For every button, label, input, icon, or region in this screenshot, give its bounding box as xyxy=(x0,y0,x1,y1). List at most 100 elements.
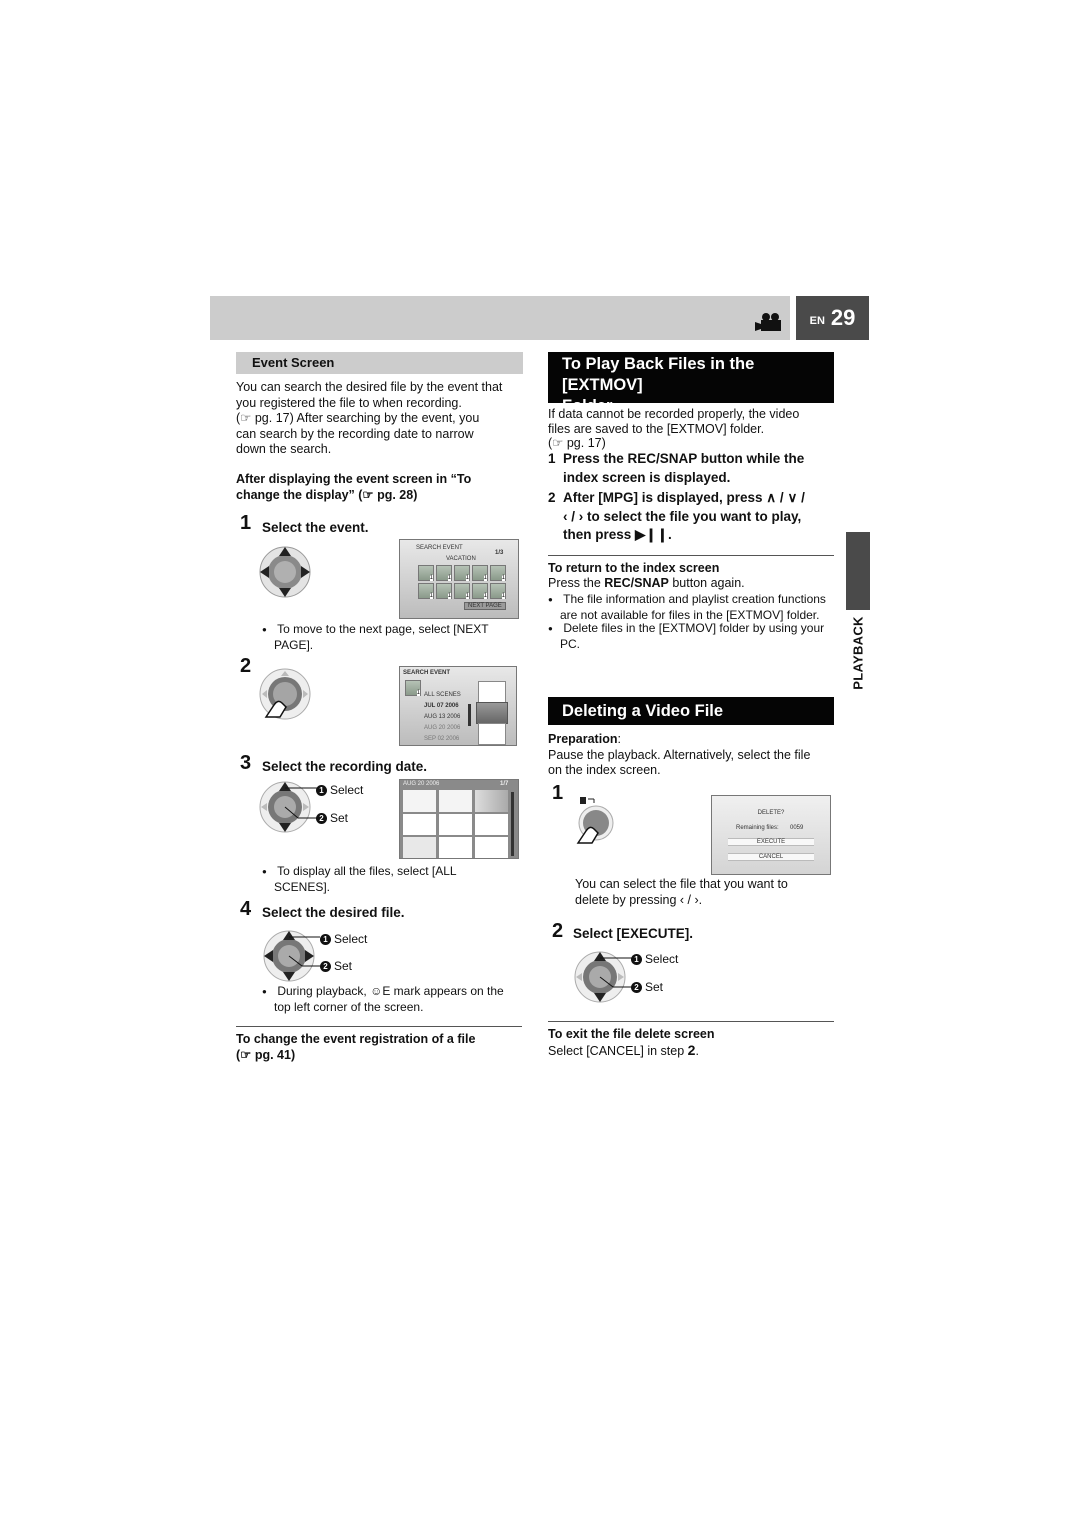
callout-select: 1 Select xyxy=(631,952,678,966)
execute-button[interactable]: EXECUTE xyxy=(728,838,814,846)
note-line: You can select the file that you want to xyxy=(575,877,788,891)
callout-set: 2 Set xyxy=(316,811,348,825)
step-2-number: 2 xyxy=(240,655,252,677)
callout-label: Select xyxy=(334,932,368,946)
return-index-heading: To return to the index screen xyxy=(548,561,720,575)
delete-question: DELETE? xyxy=(757,810,785,816)
recording-date-index-screen: AUG 20 2006 1/7 xyxy=(399,779,519,859)
step-number: 1 xyxy=(240,512,252,534)
note-text: mark appears on the xyxy=(390,984,504,998)
step-line: ‹ / › to select the file you want to pla… xyxy=(563,508,802,524)
screen-title: SEARCH EVENT xyxy=(416,545,463,551)
delete-step-2-number: 2 xyxy=(552,920,564,942)
step-4-number: 4 xyxy=(240,898,252,920)
search-event-screen: SEARCH EVENT 1/3 VACATION NEXT PAGE xyxy=(399,539,519,619)
search-event-date-screen: SEARCH EVENT ALL SCENES JUL 07 2006 AUG … xyxy=(399,666,517,746)
note-text: are not available for files in the [EXTM… xyxy=(560,607,820,622)
file-thumbnail[interactable] xyxy=(475,814,508,835)
callout-number: 2 xyxy=(320,961,331,972)
divider xyxy=(548,555,834,556)
next-page-button[interactable]: NEXT PAGE xyxy=(464,602,506,610)
file-thumbnail[interactable] xyxy=(439,790,472,812)
event-thumbnail[interactable] xyxy=(490,583,506,599)
intro-line: If data cannot be recorded properly, the… xyxy=(548,407,800,421)
file-thumbnail[interactable] xyxy=(403,837,436,858)
callout-label: Select xyxy=(645,952,679,966)
step-line: Press the REC/SNAP button while the xyxy=(563,451,805,466)
file-thumbnail[interactable] xyxy=(475,837,508,858)
step-number: 1 xyxy=(548,451,556,466)
event-thumbnail[interactable] xyxy=(436,583,452,599)
multi-controller-4way-icon xyxy=(259,546,311,598)
scrollbar[interactable] xyxy=(468,704,471,726)
callout-number: 1 xyxy=(316,785,327,796)
page-reference-link[interactable]: (☞ pg. 17) xyxy=(548,436,838,451)
exit-delete-text: Select [CANCEL] in step 2. xyxy=(548,1042,699,1060)
date-list-item[interactable]: AUG 13 2006 xyxy=(424,714,460,720)
date-list-item[interactable]: AUG 20 2006 xyxy=(424,725,460,731)
page-number: 29 xyxy=(830,305,856,330)
event-thumbnail[interactable] xyxy=(454,565,470,581)
text: Select [CANCEL] in step xyxy=(548,1044,688,1058)
preparation-line: on the index screen. xyxy=(548,763,661,777)
extmov-steps: 1 Press the REC/SNAP button while the ind… xyxy=(548,450,838,545)
extmov-step-2: 2 After [MPG] is displayed, press ∧ / ∨ … xyxy=(548,489,838,545)
extmov-section-heading: To Play Back Files in the [EXTMOV] Folde… xyxy=(548,352,834,415)
callout-select: 1 Select xyxy=(320,932,367,946)
step-4-note: During playback, ☺E mark appears on thet… xyxy=(262,984,536,1014)
event-thumbnail[interactable] xyxy=(418,565,434,581)
file-thumbnail[interactable] xyxy=(439,837,472,858)
screen-date: AUG 20 2006 xyxy=(403,781,440,787)
callout-number: 1 xyxy=(320,934,331,945)
screen-page: 1/3 xyxy=(495,550,504,556)
preview-frame xyxy=(478,681,506,703)
event-thumbnail[interactable] xyxy=(472,565,488,581)
cancel-button[interactable]: CANCEL xyxy=(728,853,814,861)
date-list-item[interactable]: SEP 02 2006 xyxy=(424,736,459,742)
scrollbar[interactable] xyxy=(511,792,514,856)
callout-number: 1 xyxy=(631,954,642,965)
date-list-item[interactable]: ALL SCENES xyxy=(424,692,461,698)
file-thumbnail[interactable] xyxy=(475,790,508,812)
callout-set: 2 Set xyxy=(631,980,663,994)
event-screen-intro: You can search the desired file by the e… xyxy=(236,380,536,458)
intro-line: can search by the recording date to narr… xyxy=(236,426,474,441)
file-thumbnail[interactable] xyxy=(439,814,472,835)
event-thumbnail[interactable] xyxy=(490,565,506,581)
event-thumbnail[interactable] xyxy=(418,583,434,599)
date-list-item[interactable]: JUL 07 2006 xyxy=(424,703,459,709)
intro-line: (☞ pg. 17) After searching by the event,… xyxy=(236,411,480,425)
intro-line: files are saved to the [EXTMOV] folder. xyxy=(548,421,765,436)
extmov-step-1: 1 Press the REC/SNAP button while the ind… xyxy=(548,450,838,487)
remaining-files-label: Remaining files: xyxy=(736,825,779,831)
intro-line: You can search the desired file by the e… xyxy=(236,380,503,394)
video-camera-icon xyxy=(755,313,781,331)
divider xyxy=(548,1021,834,1022)
step-3-number: 3 xyxy=(240,752,252,774)
callout-set: 2 Set xyxy=(320,959,352,973)
event-mark-icon: ☺E xyxy=(370,984,391,998)
extmov-intro: If data cannot be recorded properly, the… xyxy=(548,407,838,451)
exit-delete-heading: To exit the file delete screen xyxy=(548,1027,715,1041)
event-thumbnail[interactable] xyxy=(472,583,488,599)
callout-label: Set xyxy=(645,980,664,994)
file-thumbnail[interactable] xyxy=(403,814,436,835)
note-line: delete by pressing ‹ / ›. xyxy=(575,892,703,907)
step-3-title: Select the recording date. xyxy=(262,759,428,774)
file-thumbnail[interactable] xyxy=(403,790,436,812)
event-thumbnail[interactable] xyxy=(454,583,470,599)
callout-number: 2 xyxy=(631,982,642,993)
preparation: Preparation: Pause the playback. Alterna… xyxy=(548,732,838,779)
screen-category: VACATION xyxy=(446,556,476,562)
language-code: EN xyxy=(809,315,825,327)
note-text: During playback, xyxy=(277,984,371,998)
callout-label: Set xyxy=(330,811,349,825)
page-reference-link[interactable]: (☞ pg. 41) xyxy=(236,1048,536,1064)
extmov-note: The file information and playlist creati… xyxy=(548,592,850,622)
preparation-line: Pause the playback. Alternatively, selec… xyxy=(548,747,811,762)
step-1-note: To move to the next page, select [NEXTPA… xyxy=(262,622,524,652)
event-thumbnail[interactable] xyxy=(436,565,452,581)
event-screen-heading: Event Screen xyxy=(236,352,523,374)
step-number: 2 xyxy=(548,490,556,505)
step-4-title: Select the desired file. xyxy=(262,905,405,920)
